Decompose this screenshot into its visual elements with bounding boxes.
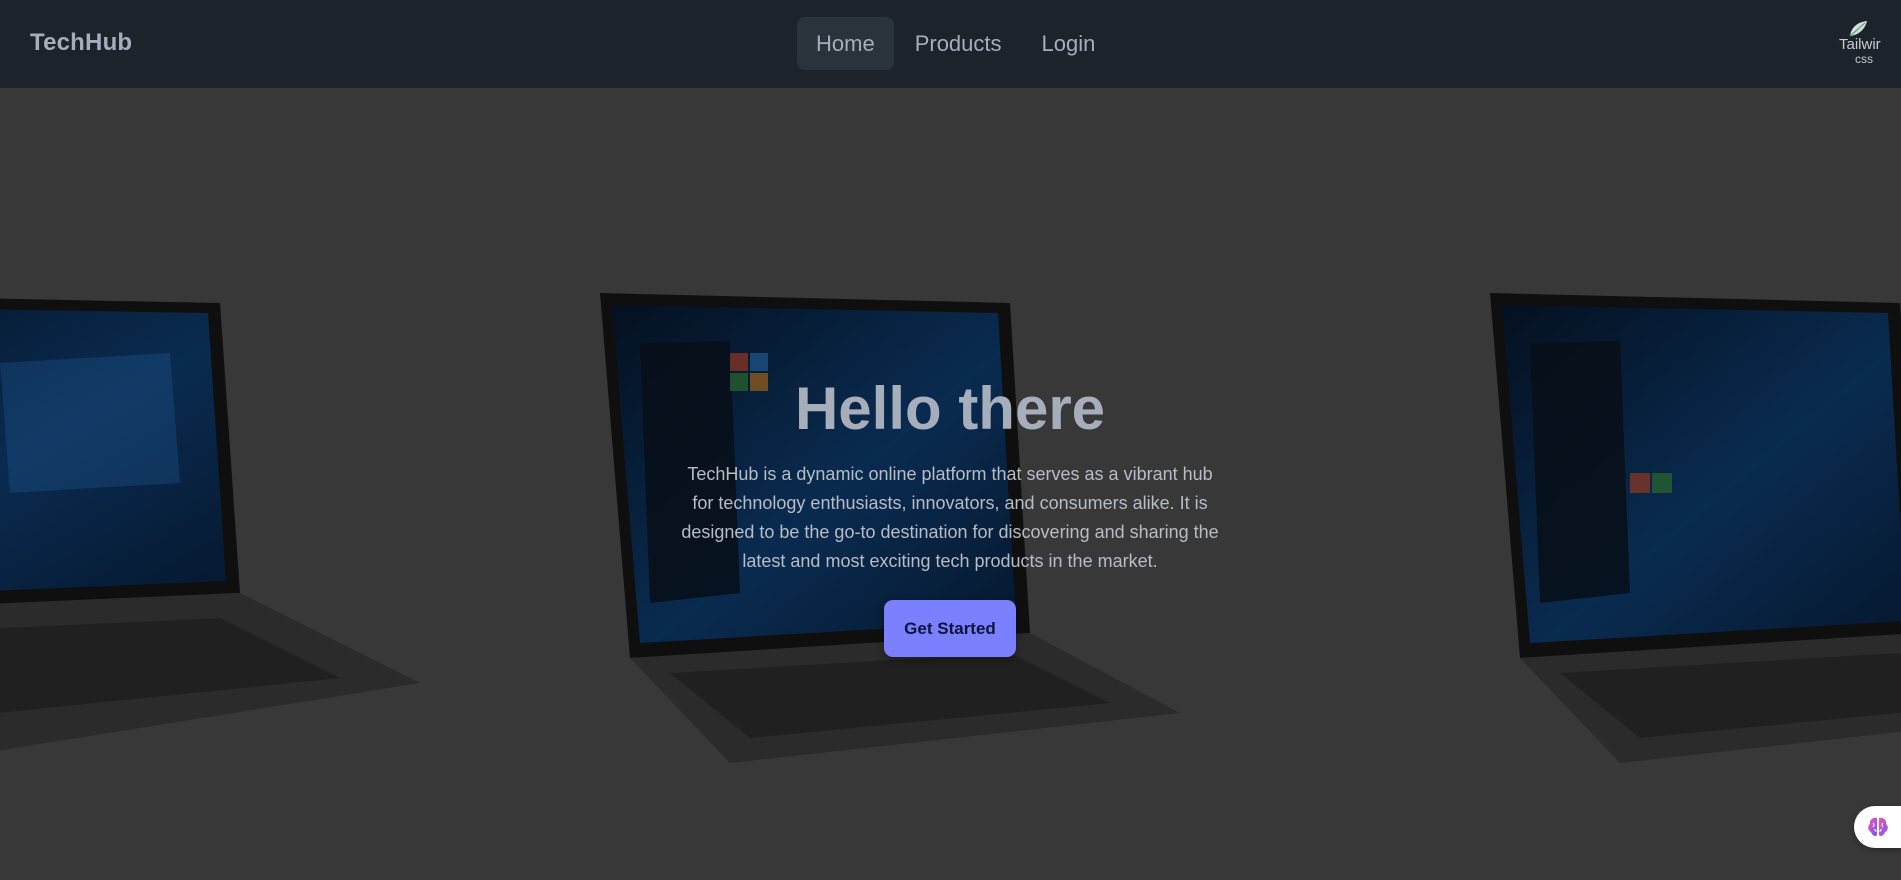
hero-section: Hello there TechHub is a dynamic online … (0, 88, 1901, 880)
hero-description: TechHub is a dynamic online platform tha… (681, 464, 1219, 571)
tailwind-logo: Tailwir css (1837, 20, 1889, 68)
brain-icon (1867, 817, 1888, 836)
brand-logo[interactable]: TechHub (30, 29, 132, 57)
get-started-button[interactable]: Get Started (884, 600, 1016, 657)
logo-text: Tailwir (1839, 36, 1881, 53)
hero-content: Hello there TechHub is a dynamic online … (676, 374, 1224, 657)
nav-item-login[interactable]: Login (1023, 17, 1115, 70)
hero-title: Hello there (794, 375, 1106, 442)
floating-assistant-button[interactable] (1854, 806, 1901, 848)
logo-subtext: css (1855, 52, 1873, 66)
nav-item-products[interactable]: Products (896, 17, 1021, 70)
navbar: TechHub Home Products Login Tailwir css (0, 0, 1901, 88)
nav-menu: Home Products Login (797, 17, 1114, 70)
nav-item-home[interactable]: Home (797, 17, 894, 70)
